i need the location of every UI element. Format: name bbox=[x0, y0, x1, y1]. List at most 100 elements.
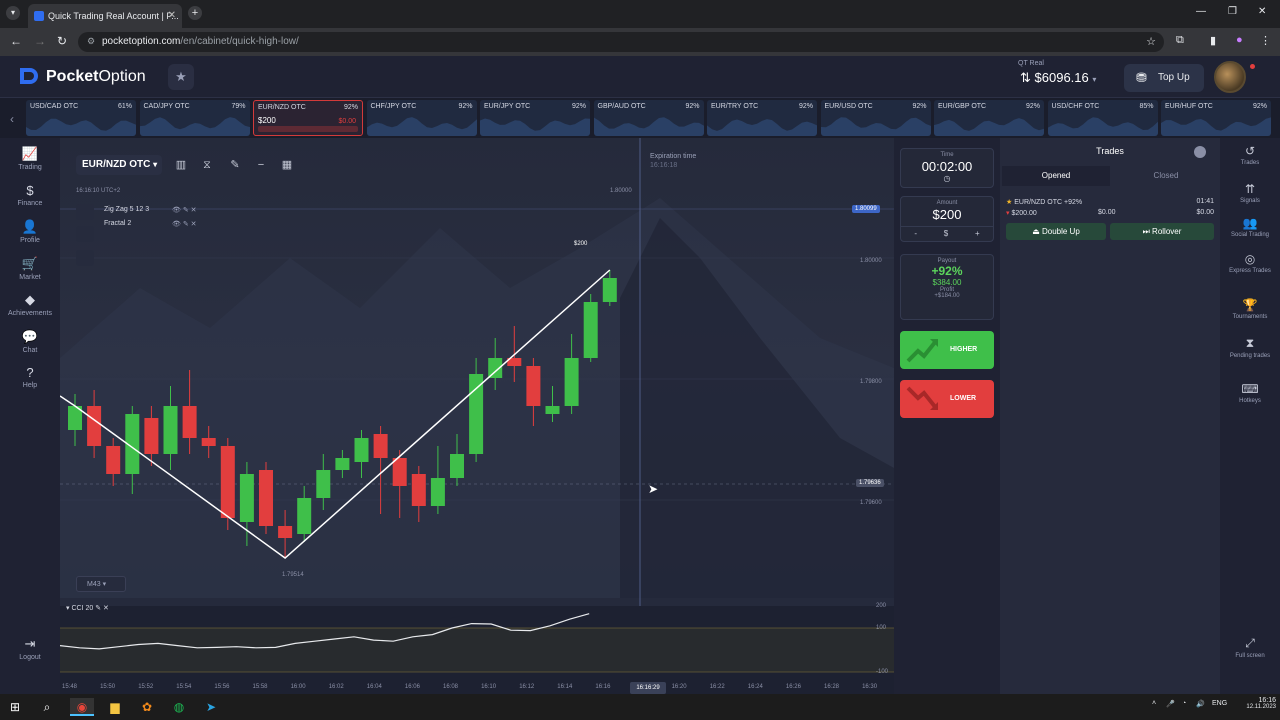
sidebar-item-market[interactable]: 🛒 Market bbox=[0, 256, 60, 281]
sidebar-item-help[interactable]: ? Help bbox=[0, 365, 60, 389]
minus-icon[interactable]: − bbox=[252, 156, 270, 174]
reload-icon[interactable]: ↻ bbox=[57, 34, 67, 48]
indicator-toggle-2[interactable] bbox=[76, 250, 94, 266]
sidebar-item-finance[interactable]: $ Finance bbox=[0, 183, 60, 207]
cci-indicator-label[interactable]: ▾ CCI 20 ✎ ✕ bbox=[66, 604, 109, 612]
sidebar-item-label: Finance bbox=[17, 199, 43, 207]
bookmark-star-icon[interactable]: ☆ bbox=[1146, 35, 1156, 48]
tab-closed[interactable]: Closed bbox=[1112, 166, 1220, 186]
asset-card[interactable]: EUR/HUF OTC 92% bbox=[1161, 100, 1271, 136]
sidebar-item-chat[interactable]: 💬 Chat bbox=[0, 329, 60, 354]
url-field[interactable]: ⚙ pocketoption.com/en/cabinet/quick-high… bbox=[78, 32, 1164, 52]
time-selector[interactable]: Time 00:02:00 ◷ bbox=[900, 148, 994, 188]
app-icon[interactable]: ✿ bbox=[138, 698, 156, 716]
wifi-icon[interactable]: ◔ bbox=[1182, 700, 1186, 707]
right-nav-full-screen[interactable]: ⤢ Full screen bbox=[1222, 636, 1278, 659]
windows-start-icon[interactable]: ⊞ bbox=[6, 698, 24, 716]
amount-minus-button[interactable]: - bbox=[914, 229, 917, 238]
sidepanel-icon[interactable]: ▮ bbox=[1210, 34, 1216, 47]
volume-icon[interactable]: 🔊 bbox=[1196, 700, 1205, 708]
asset-card[interactable]: USD/CAD OTC 61% bbox=[26, 100, 136, 136]
amount-value[interactable]: $200 bbox=[901, 207, 993, 222]
higher-button[interactable]: HIGHER bbox=[900, 331, 994, 369]
browser-menu-icon[interactable]: ⋮ bbox=[1260, 34, 1271, 47]
lower-button[interactable]: LOWER bbox=[900, 380, 994, 418]
mic-icon[interactable]: 🎤 bbox=[1166, 700, 1175, 708]
indicator-fractal[interactable]: Fractal 2 👁 ✎ ✕ bbox=[104, 220, 197, 228]
brand-name[interactable]: PocketOption bbox=[46, 68, 146, 86]
indicator-toggle-1[interactable] bbox=[76, 226, 94, 242]
tab-opened[interactable]: Opened bbox=[1002, 166, 1110, 186]
pair-selector-button[interactable]: EUR/NZD OTC ▾ bbox=[76, 155, 162, 175]
sidebar-item-trading[interactable]: 📈 Trading bbox=[0, 146, 60, 171]
right-nav-social-trading[interactable]: 👥 Social Trading bbox=[1222, 216, 1278, 238]
chrome-app-icon[interactable]: ◉ bbox=[70, 698, 94, 716]
favorites-star-button[interactable]: ★ bbox=[168, 64, 194, 90]
avatar[interactable] bbox=[1214, 61, 1246, 93]
close-tab-icon[interactable]: ✕ bbox=[168, 10, 176, 21]
language-indicator[interactable]: ENG bbox=[1212, 700, 1227, 707]
browser-tab[interactable]: Quick Trading Real Account | P... ✕ bbox=[28, 4, 182, 28]
asset-card[interactable]: EUR/JPY OTC 92% bbox=[480, 100, 590, 136]
right-nav-express-trades[interactable]: ◎ Express Trades bbox=[1222, 252, 1278, 274]
file-explorer-icon[interactable]: ▆ bbox=[106, 698, 124, 716]
asset-card[interactable]: USD/CHF OTC 85% bbox=[1047, 100, 1158, 136]
asset-card[interactable]: CAD/JPY OTC 79% bbox=[139, 100, 250, 136]
amount-plus-button[interactable]: + bbox=[975, 229, 980, 238]
timeframe-icon[interactable]: ⧖ bbox=[198, 156, 216, 174]
amount-selector[interactable]: Amount $200 - $ + bbox=[900, 196, 994, 242]
chart-type-icon[interactable]: ▥ bbox=[172, 156, 190, 174]
asset-card[interactable]: EUR/USD OTC 92% bbox=[820, 100, 931, 136]
search-icon[interactable]: ⌕ bbox=[38, 698, 56, 716]
site-info-icon[interactable]: ⚙ bbox=[87, 36, 95, 47]
sidebar-item-achievements[interactable]: ◆ Achievements bbox=[0, 292, 60, 317]
currency-toggle[interactable]: $ bbox=[944, 229, 948, 238]
trades-settings-icon[interactable] bbox=[1194, 146, 1206, 158]
trade-item-header[interactable]: ★ EUR/NZD OTC +92% 01:41 bbox=[1006, 198, 1214, 206]
maximize-icon[interactable]: ❐ bbox=[1228, 6, 1237, 17]
right-nav-hotkeys[interactable]: ⌨ Hotkeys bbox=[1222, 382, 1278, 404]
asset-card[interactable]: GBP/AUD OTC 92% bbox=[593, 100, 704, 136]
close-icon[interactable]: ✕ bbox=[103, 605, 109, 612]
layout-grid-icon[interactable]: ▦ bbox=[278, 156, 296, 174]
right-nav-label: Express Trades bbox=[1229, 268, 1271, 274]
profile-icon[interactable]: ● bbox=[1236, 34, 1243, 46]
telegram-icon[interactable]: ➤ bbox=[202, 698, 220, 716]
drawing-pen-icon[interactable]: ✎ bbox=[226, 156, 244, 174]
balance-dropdown[interactable]: ⇅ $6096.16 ▾ bbox=[1020, 70, 1096, 86]
tab-search-icon[interactable]: ▾ bbox=[6, 6, 20, 20]
forward-icon[interactable]: → bbox=[34, 34, 46, 48]
right-nav-pending-trades[interactable]: ⧗ Pending trades bbox=[1222, 336, 1278, 359]
asset-card[interactable]: EUR/GBP OTC 92% bbox=[934, 100, 1044, 136]
extensions-icon[interactable]: ⧉ bbox=[1176, 34, 1184, 47]
indicator-controls[interactable]: 👁 ✎ ✕ bbox=[172, 220, 197, 228]
right-nav-tournaments[interactable]: 🏆 Tournaments bbox=[1222, 298, 1278, 320]
edit-icon[interactable]: ✎ bbox=[95, 605, 101, 612]
asset-card[interactable]: CHF/JPY OTC 92% bbox=[366, 100, 477, 136]
tray-chevron-icon[interactable]: ˄ bbox=[1152, 700, 1156, 707]
top-up-button[interactable]: ⛃ Top Up bbox=[1124, 64, 1204, 92]
close-window-icon[interactable]: ✕ bbox=[1258, 6, 1266, 17]
indicator-controls[interactable]: 👁 ✎ ✕ bbox=[172, 206, 197, 214]
back-icon[interactable]: ← bbox=[10, 34, 22, 48]
right-nav-label: Hotkeys bbox=[1239, 398, 1261, 404]
sidebar-item-logout[interactable]: ⇥ Logout bbox=[0, 636, 60, 661]
new-tab-icon[interactable]: + bbox=[188, 6, 202, 20]
time-axis-label: 15:54 bbox=[176, 684, 192, 690]
double-up-button[interactable]: ⏏ Double Up bbox=[1006, 223, 1106, 240]
pocketoption-logo-icon[interactable] bbox=[18, 66, 42, 86]
indicator-toggle-0[interactable] bbox=[76, 204, 94, 220]
clock[interactable]: 16:16 12.11.2023 bbox=[1242, 697, 1276, 710]
minimize-icon[interactable]: — bbox=[1196, 6, 1206, 17]
timeframe-selector[interactable]: M43 ▾ bbox=[76, 576, 126, 592]
rollover-button[interactable]: ⏭ Rollover bbox=[1110, 223, 1214, 240]
spotify-icon[interactable]: ◍ bbox=[170, 698, 188, 716]
indicator-zigzag[interactable]: Zig Zag 5 12 3 👁 ✎ ✕ bbox=[104, 206, 197, 214]
asset-card[interactable]: EUR/TRY OTC 92% bbox=[707, 100, 817, 136]
right-nav-trades[interactable]: ↺ Trades bbox=[1222, 144, 1278, 166]
asset-card[interactable]: EUR/NZD OTC 92% $200 $0.00 bbox=[253, 100, 363, 136]
right-nav-signals[interactable]: ⇈ Signals bbox=[1222, 182, 1278, 204]
sidebar-item-profile[interactable]: 👤 Profile bbox=[0, 219, 60, 244]
clock-icon[interactable]: ◷ bbox=[901, 174, 993, 183]
assets-scroll-left-icon[interactable]: ‹ bbox=[10, 112, 14, 126]
